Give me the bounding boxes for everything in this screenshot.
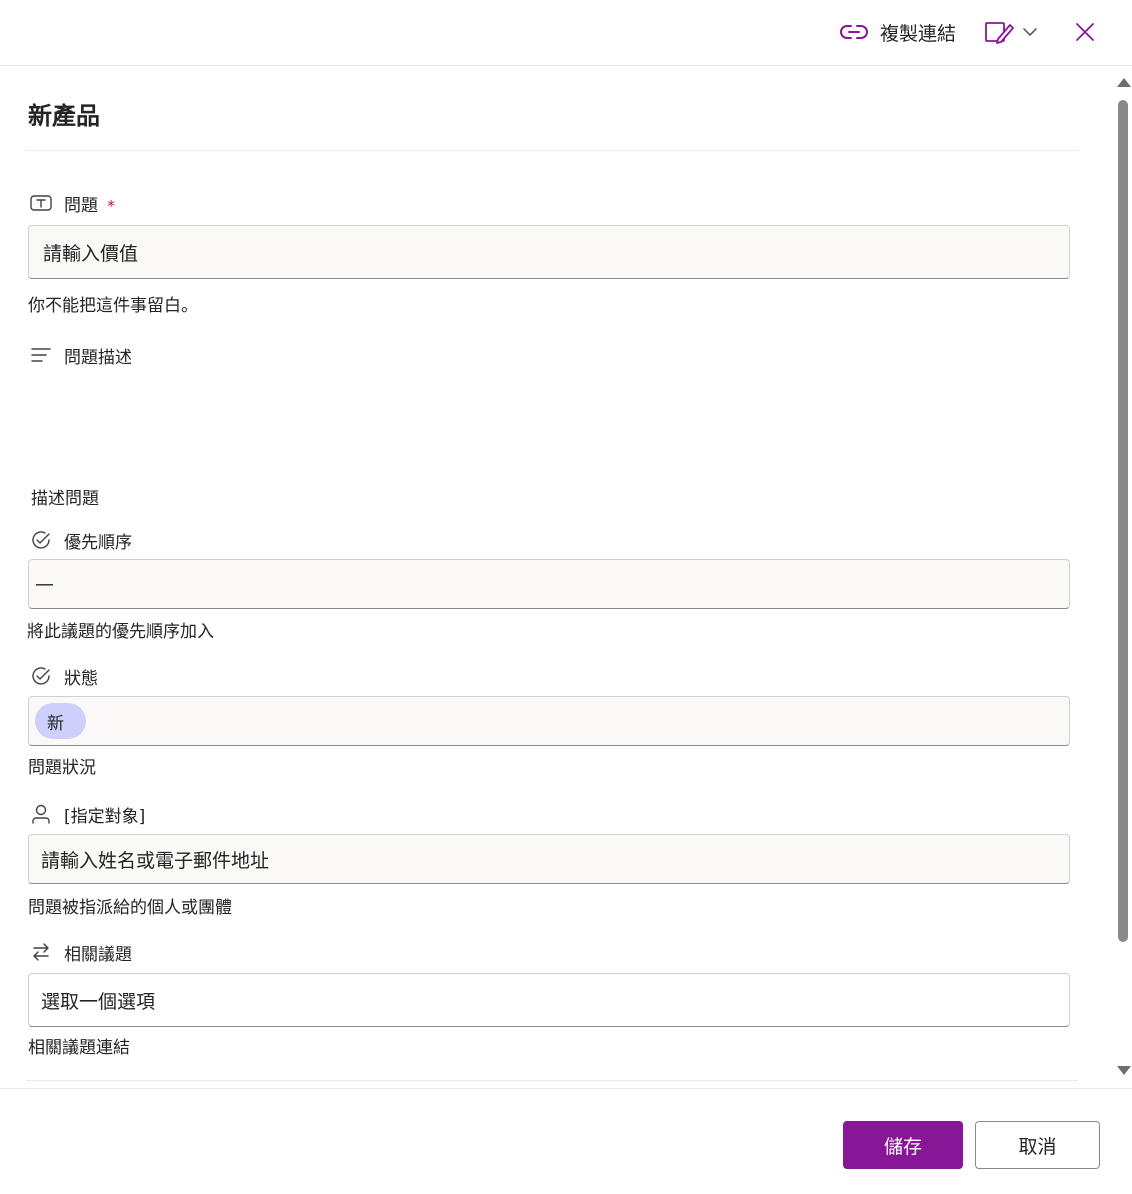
vertical-scrollbar[interactable]: [1114, 66, 1132, 1088]
priority-dropdown[interactable]: —: [28, 559, 1070, 609]
arrows-swap-icon: [30, 941, 52, 963]
divider: [26, 1080, 1078, 1081]
copy-link-button[interactable]: 複製連結: [840, 17, 956, 47]
copy-link-label: 複製連結: [880, 22, 957, 45]
status-pill: 新: [35, 703, 86, 739]
issue-input-value: 請輸入價值: [43, 242, 139, 265]
issue-label: 問題: [64, 195, 98, 216]
related-issues-field-label: 相關議題: [30, 939, 132, 965]
chevron-down-icon: [1022, 27, 1038, 37]
multiline-text-icon: [30, 346, 52, 364]
text-field-icon: [30, 194, 52, 212]
related-issues-placeholder: 選取一個選項: [41, 990, 156, 1013]
description-field-label: 問題描述: [30, 342, 132, 368]
required-indicator: *: [107, 196, 115, 215]
assigned-to-helper-text: 問題被指派給的個人或團體: [28, 898, 232, 918]
panel-header: 複製連結: [0, 0, 1132, 66]
assigned-to-field-label: [指定對象]: [30, 801, 145, 827]
issue-field-label: 問題 *: [30, 190, 115, 216]
status-label: 狀態: [64, 668, 98, 689]
status-helper-text: 問題狀況: [28, 758, 96, 778]
divider: [26, 150, 1078, 151]
choice-check-icon: [30, 665, 52, 687]
assigned-to-placeholder: 請輸入姓名或電子郵件地址: [41, 849, 270, 872]
related-issues-helper-text: 相關議題連結: [28, 1038, 130, 1058]
related-issues-dropdown[interactable]: 選取一個選項: [28, 973, 1070, 1027]
status-dropdown[interactable]: 新: [28, 696, 1070, 746]
description-label: 問題描述: [64, 347, 132, 368]
edit-form-icon: [984, 19, 1014, 45]
close-button[interactable]: [1070, 17, 1100, 47]
close-icon: [1075, 22, 1095, 42]
form-title: 新產品: [28, 102, 100, 130]
edit-form-menu-button[interactable]: [984, 17, 1038, 47]
priority-helper-text: 將此議題的優先順序加入: [27, 622, 214, 642]
issue-input[interactable]: 請輸入價值: [28, 225, 1070, 279]
priority-label: 優先順序: [64, 532, 132, 553]
scroll-down-arrow-icon[interactable]: [1117, 1066, 1131, 1075]
status-field-label: 狀態: [30, 663, 98, 689]
priority-value: —: [35, 573, 54, 595]
link-icon: [840, 23, 868, 41]
form-body: 新產品 問題 * 請輸入價值 你不能把這件事留白。 問題描述 描述問題 優先順序…: [0, 66, 1114, 1088]
related-issues-label: 相關議題: [64, 944, 132, 965]
assigned-to-input[interactable]: 請輸入姓名或電子郵件地址: [28, 834, 1070, 884]
choice-check-icon: [30, 529, 52, 551]
cancel-button[interactable]: 取消: [975, 1121, 1100, 1169]
assigned-to-label: [指定對象]: [64, 806, 146, 827]
issue-helper-text: 你不能把這件事留白。: [28, 296, 198, 316]
panel-footer: 儲存 取消: [0, 1088, 1132, 1194]
priority-field-label: 優先順序: [30, 527, 132, 553]
person-icon: [30, 803, 52, 825]
save-button[interactable]: 儲存: [843, 1121, 963, 1169]
scrollbar-thumb[interactable]: [1118, 100, 1128, 942]
description-editor[interactable]: [28, 376, 1070, 466]
scroll-up-arrow-icon[interactable]: [1117, 78, 1131, 87]
description-helper-text: 描述問題: [31, 489, 99, 509]
